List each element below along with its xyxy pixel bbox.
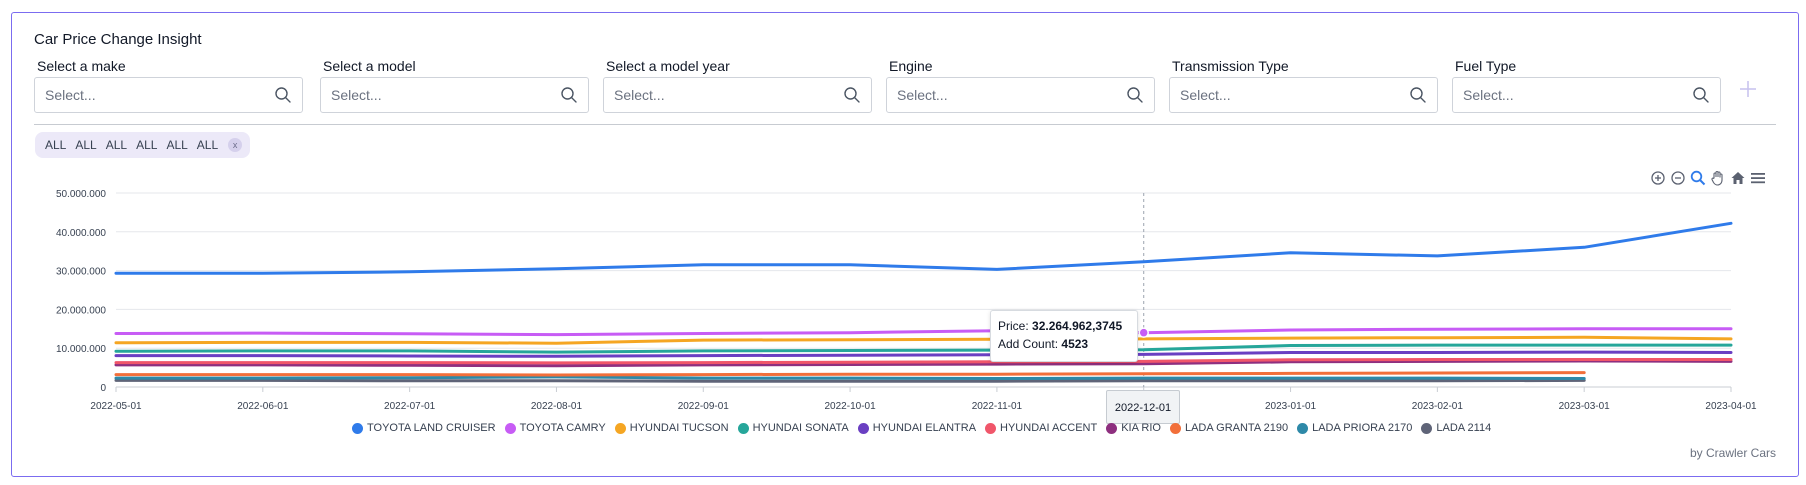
credit-text: by Crawler Cars bbox=[1689, 446, 1776, 460]
chart-tooltip: Price: 32.264.962,3745 Add Count: 4523 bbox=[990, 310, 1138, 362]
legend-marker bbox=[1297, 422, 1309, 434]
y-tick-label: 20.000.000 bbox=[56, 305, 106, 316]
legend-item[interactable]: LADA 2114 bbox=[1421, 422, 1491, 434]
legend-item[interactable]: TOYOTA CAMRY bbox=[504, 422, 606, 434]
legend-marker bbox=[614, 422, 626, 434]
legend-item[interactable]: LADA GRANTA 2190 bbox=[1169, 422, 1289, 434]
x-tick-label: 2022-05-01 bbox=[90, 401, 142, 412]
legend-label: LADA GRANTA 2190 bbox=[1184, 422, 1289, 434]
y-tick-label: 0 bbox=[100, 383, 106, 394]
series-line bbox=[114, 335, 1733, 345]
legend-label: TOYOTA CAMRY bbox=[519, 422, 606, 434]
tooltip-count-label: Add Count: bbox=[998, 337, 1059, 351]
legend-item[interactable]: KIA RIO bbox=[1106, 422, 1161, 434]
x-tick-label: 2022-11-01 bbox=[972, 401, 1023, 412]
y-tick-label: 30.000.000 bbox=[56, 267, 106, 278]
x-tick-label: 2022-07-01 bbox=[384, 401, 436, 412]
x-tick-label: 2022-09-01 bbox=[678, 401, 730, 412]
legend-marker bbox=[1169, 422, 1181, 434]
legend-marker bbox=[352, 422, 363, 434]
legend-marker bbox=[1421, 422, 1433, 434]
legend-label: LADA 2114 bbox=[1436, 422, 1492, 434]
x-tick-label: 2023-04-01 bbox=[1705, 401, 1757, 412]
series-line bbox=[114, 327, 1733, 337]
x-tick-label: 2023-01-01 bbox=[1265, 401, 1317, 412]
y-tick-label: 10.000.000 bbox=[56, 344, 106, 355]
legend-item[interactable]: TOYOTA LAND CRUISER bbox=[352, 422, 496, 434]
legend-label: HYUNDAI TUCSON bbox=[629, 422, 729, 434]
x-tick-label: 2022-08-01 bbox=[531, 401, 583, 412]
legend-label: HYUNDAI ACCENT bbox=[1000, 422, 1098, 434]
legend-label: TOYOTA LAND CRUISER bbox=[367, 422, 496, 434]
legend-marker bbox=[504, 422, 516, 434]
crosshair-x-label: 2022-12-01 bbox=[1106, 390, 1180, 424]
legend-item[interactable]: HYUNDAI ELANTRA bbox=[857, 422, 977, 434]
legend-marker bbox=[857, 422, 869, 434]
x-tick-label: 2023-02-01 bbox=[1412, 401, 1464, 412]
x-tick-label: 2023-03-01 bbox=[1559, 401, 1611, 412]
legend-item[interactable]: HYUNDAI TUCSON bbox=[614, 422, 729, 434]
y-tick-label: 50.000.000 bbox=[56, 189, 106, 200]
tooltip-price-label: Price: bbox=[998, 319, 1029, 333]
legend-item[interactable]: LADA PRIORA 2170 bbox=[1297, 422, 1412, 434]
series-line bbox=[114, 371, 1586, 377]
legend-label: KIA RIO bbox=[1121, 422, 1161, 434]
legend-label: LADA PRIORA 2170 bbox=[1312, 422, 1413, 434]
chart-legend: TOYOTA LAND CRUISER TOYOTA CAMRY HYUNDAI T… bbox=[352, 420, 1500, 436]
highlight-point bbox=[1138, 327, 1149, 338]
legend-item[interactable]: HYUNDAI SONATA bbox=[737, 422, 849, 434]
tooltip-price-value: 32.264.962,3745 bbox=[1032, 319, 1123, 333]
x-tick-label: 2022-06-01 bbox=[237, 401, 289, 412]
legend-marker bbox=[737, 422, 749, 434]
legend-item[interactable]: HYUNDAI ACCENT bbox=[985, 422, 1097, 434]
tooltip-count-value: 4523 bbox=[1061, 337, 1089, 351]
y-tick-label: 40.000.000 bbox=[56, 228, 106, 239]
series-line bbox=[114, 221, 1733, 275]
x-tick-label: 2022-10-01 bbox=[825, 401, 877, 412]
legend-marker bbox=[1106, 422, 1118, 434]
legend-marker bbox=[985, 422, 997, 434]
series-line bbox=[114, 350, 1733, 358]
legend-label: HYUNDAI SONATA bbox=[752, 422, 849, 434]
price-line-chart: 0 10.000.000 20.000.000 30.000.000 40.000.00… bbox=[56, 189, 1757, 412]
series-line bbox=[114, 375, 1586, 380]
series-line bbox=[114, 378, 1586, 383]
legend-label: HYUNDAI ELANTRA bbox=[872, 422, 977, 434]
